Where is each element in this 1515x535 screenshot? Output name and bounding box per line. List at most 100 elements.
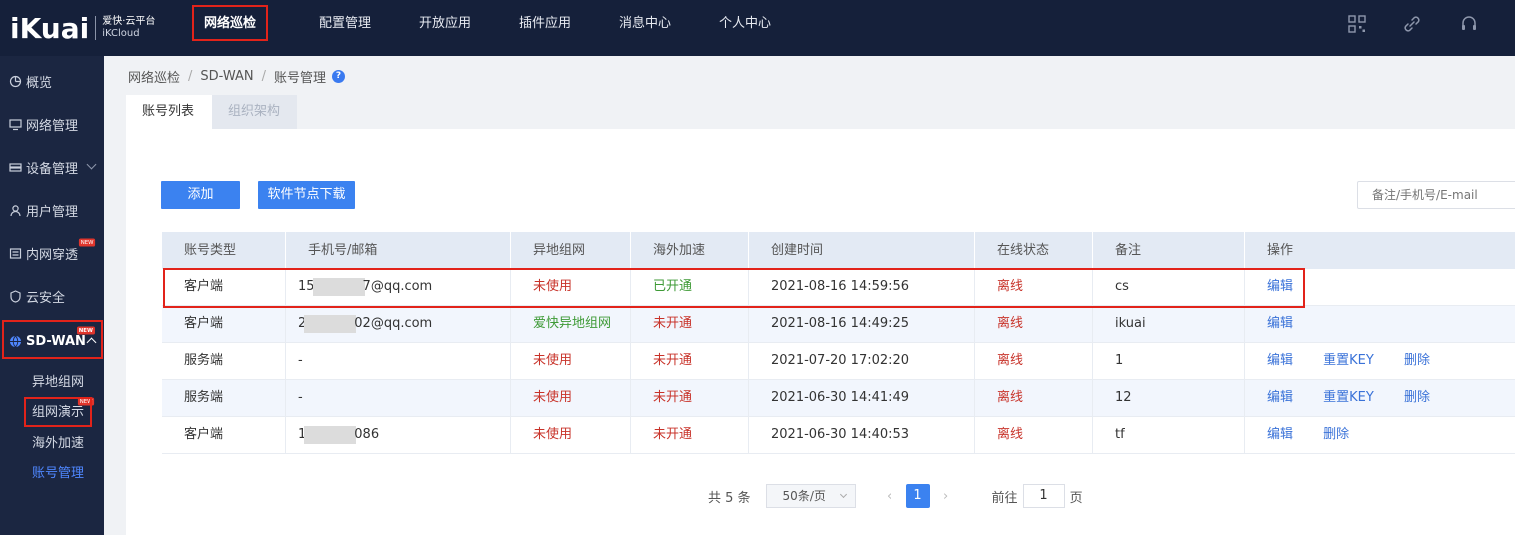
cell-created: 2021-06-30 14:40:53 (749, 417, 975, 453)
cell-created: 2021-08-16 14:49:25 (749, 306, 975, 342)
cell-overseas: 已开通 (631, 269, 749, 305)
column-header: 创建时间 (749, 232, 975, 269)
delete-link[interactable]: 删除 (1323, 427, 1349, 442)
cell-status: 离线 (975, 380, 1093, 416)
pagination: 共 5 条 50条/页 ‹ 1 › 前往 1 页 (708, 484, 1083, 508)
nav-message-center[interactable]: 消息中心 (595, 0, 695, 56)
sidebar-item-cloud-security[interactable]: 云安全 (0, 275, 104, 318)
download-node-button[interactable]: 软件节点下载 (258, 181, 355, 209)
sidebar-item-intranet-penetration[interactable]: 内网穿透 NEW (0, 232, 104, 275)
column-header: 在线状态 (975, 232, 1093, 269)
cell-phone: 1 086 (286, 417, 511, 453)
table-row: 客户端 1 086 未使用 未开通 2021-06-30 14:40:53 离线 … (162, 417, 1515, 454)
cell-network: 未使用 (511, 380, 631, 416)
add-button[interactable]: 添加 (161, 181, 240, 209)
cell-phone: - (286, 380, 511, 416)
column-header: 手机号/邮箱 (286, 232, 511, 269)
cell-ops: 编辑 重置KEY 删除 (1245, 380, 1515, 416)
column-header: 账号类型 (162, 232, 286, 269)
logo-subtitle: 爱快·云平台 iKCloud (102, 16, 155, 40)
edit-link[interactable]: 编辑 (1267, 353, 1293, 368)
total-count: 共 5 条 (708, 490, 751, 506)
nav-personal-center[interactable]: 个人中心 (695, 0, 795, 56)
page-size-select[interactable]: 50条/页 (765, 484, 856, 508)
edit-link[interactable]: 编辑 (1267, 427, 1293, 442)
tab-org-structure[interactable]: 组织架构 (212, 95, 297, 129)
table-row: 客户端 2 02@qq.com 爱快异地组网 未开通 2021-08-16 14:… (162, 306, 1515, 343)
delete-link[interactable]: 删除 (1404, 390, 1430, 405)
cell-network: 未使用 (511, 417, 631, 453)
sidebar-item-label: 网络管理 (26, 119, 79, 134)
sidebar-item-users[interactable]: 用户管理 (0, 189, 104, 232)
cell-created: 2021-07-20 17:02:20 (749, 343, 975, 379)
edit-link[interactable]: 编辑 (1267, 279, 1293, 294)
list-icon (9, 248, 22, 259)
redacted-mask (304, 314, 357, 333)
cell-overseas: 未开通 (631, 417, 749, 453)
logo-line1: 爱快·云平台 (102, 16, 156, 27)
sidebar-item-label: 云安全 (26, 291, 66, 306)
cell-status: 离线 (975, 343, 1093, 379)
reset-key-link[interactable]: 重置KEY (1323, 353, 1374, 368)
tab-account-list[interactable]: 账号列表 (126, 95, 212, 129)
sidebar-item-label: 设备管理 (26, 162, 79, 177)
cell-phone: - (286, 343, 511, 379)
cell-overseas: 未开通 (631, 306, 749, 342)
breadcrumb-item[interactable]: SD-WAN (200, 69, 253, 84)
chevron-down-icon (839, 490, 847, 499)
pie-icon (9, 75, 22, 88)
logo[interactable]: iKuai 爱快·云平台 iKCloud (10, 8, 155, 48)
server-icon (9, 163, 22, 172)
redacted-mask (304, 425, 357, 444)
sidebar-subitem-account-management[interactable]: 账号管理 (32, 462, 84, 481)
cell-status: 离线 (975, 269, 1093, 305)
monitor-icon (9, 119, 22, 131)
column-header: 异地组网 (511, 232, 631, 269)
nav-network-inspection[interactable]: 网络巡检 (190, 0, 270, 56)
cell-network: 未使用 (511, 343, 631, 379)
table-row: 服务端 - 未使用 未开通 2021-07-20 17:02:20 离线 1 编… (162, 343, 1515, 380)
logo-divider (95, 16, 97, 40)
cell-phone: 2 02@qq.com (286, 306, 511, 342)
cell-type: 客户端 (162, 269, 286, 305)
cell-status: 离线 (975, 417, 1093, 453)
grid-icon[interactable] (1347, 14, 1367, 34)
nav-plugin-apps[interactable]: 插件应用 (495, 0, 595, 56)
help-icon[interactable]: ? (332, 70, 345, 83)
breadcrumb-separator: / (188, 69, 193, 84)
goto-page-input[interactable]: 1 (1022, 484, 1065, 508)
sidebar-item-devices[interactable]: 设备管理 (0, 146, 104, 189)
prev-page-icon[interactable]: ‹ (878, 489, 902, 504)
sidebar-item-overview[interactable]: 概览 (0, 60, 104, 103)
page-number-current[interactable]: 1 (905, 484, 930, 508)
edit-link[interactable]: 编辑 (1267, 390, 1293, 405)
breadcrumb-item[interactable]: 网络巡检 (128, 67, 180, 86)
cell-remark: cs (1093, 269, 1245, 305)
sidebar-item-network[interactable]: 网络管理 (0, 103, 104, 146)
cell-created: 2021-06-30 14:41:49 (749, 380, 975, 416)
search-input[interactable] (1357, 181, 1515, 209)
user-icon (10, 205, 21, 217)
sidebar-item-label: 用户管理 (26, 205, 79, 220)
sidebar-subitem-remote-networking[interactable]: 异地组网 (32, 371, 84, 390)
chevron-down-icon (86, 159, 97, 170)
goto-label: 前往 (991, 490, 1018, 506)
delete-link[interactable]: 删除 (1404, 353, 1430, 368)
sidebar-subitem-overseas-acceleration[interactable]: 海外加速 (32, 432, 84, 451)
highlight-box (24, 397, 92, 427)
link-icon[interactable] (1402, 14, 1422, 34)
nav-config-management[interactable]: 配置管理 (295, 0, 395, 56)
accounts-table: 账号类型 手机号/邮箱 异地组网 海外加速 创建时间 在线状态 备注 操作 客户… (162, 232, 1515, 454)
shield-icon (10, 290, 21, 303)
edit-link[interactable]: 编辑 (1267, 316, 1293, 331)
nav-open-apps[interactable]: 开放应用 (395, 0, 495, 56)
redacted-mask (312, 277, 365, 296)
main-nav: 网络巡检 配置管理 开放应用 插件应用 消息中心 个人中心 (190, 0, 795, 56)
headset-icon[interactable] (1459, 14, 1479, 34)
next-page-icon[interactable]: › (934, 489, 958, 504)
table-header: 账号类型 手机号/邮箱 异地组网 海外加速 创建时间 在线状态 备注 操作 (162, 232, 1515, 269)
cell-remark: 12 (1093, 380, 1245, 416)
reset-key-link[interactable]: 重置KEY (1323, 390, 1374, 405)
cell-ops: 编辑 (1245, 269, 1515, 305)
column-header: 备注 (1093, 232, 1245, 269)
